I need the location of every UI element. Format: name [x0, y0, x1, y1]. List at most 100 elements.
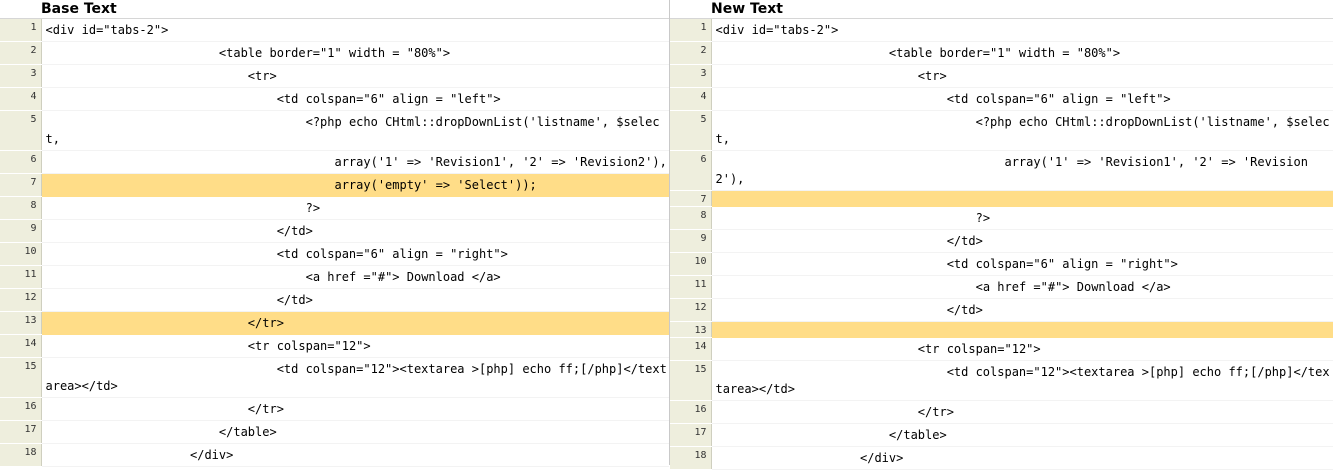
code-line: <td colspan="12"><textarea >[php] echo f…	[41, 357, 669, 398]
line-number: 17	[0, 420, 42, 444]
base-line-row: 2 <table border="1" width = "80%">	[0, 41, 669, 65]
line-number: 18	[0, 443, 42, 467]
line-number: 2	[670, 41, 712, 65]
code-line: <a href ="#"> Download </a>	[711, 275, 1333, 299]
code-line: <td colspan="6" align = "left">	[711, 87, 1333, 111]
diff-viewer: Base Text 1 <div id="tabs-2"> 2 <table bor…	[0, 0, 1333, 470]
code-line: </table>	[41, 420, 669, 444]
base-text-pane: Base Text 1 <div id="tabs-2"> 2 <table bor…	[0, 0, 670, 467]
line-number: 3	[670, 64, 712, 88]
line-number: 10	[670, 252, 712, 276]
new-line-row: 18 </div>	[670, 446, 1333, 470]
code-line: ?>	[41, 196, 669, 220]
code-line: <tr>	[711, 64, 1333, 88]
line-number: 16	[670, 400, 712, 424]
base-line-row: 12 </td>	[0, 288, 669, 312]
base-line-row: 13 </tr>	[0, 311, 669, 335]
code-line: <table border="1" width = "80%">	[711, 41, 1333, 65]
code-line	[711, 321, 1333, 338]
line-number: 4	[670, 87, 712, 111]
code-line: <div id="tabs-2">	[711, 19, 1333, 42]
new-line-row: 17 </table>	[670, 423, 1333, 447]
line-number: 13	[0, 311, 42, 335]
code-line: ?>	[711, 206, 1333, 230]
line-number: 9	[0, 219, 42, 243]
line-number: 2	[0, 41, 42, 65]
code-line: </tr>	[41, 311, 669, 335]
line-number: 11	[670, 275, 712, 299]
code-line: <td colspan="6" align = "left">	[41, 87, 669, 111]
line-number: 7	[0, 173, 42, 197]
line-number: 4	[0, 87, 42, 111]
line-number: 15	[670, 360, 712, 401]
new-line-row: 11 <a href ="#"> Download </a>	[670, 275, 1333, 299]
code-line: <?php echo CHtml::dropDownList('listname…	[711, 110, 1333, 151]
code-line: <tr colspan="12">	[711, 337, 1333, 361]
new-line-row: 9 </td>	[670, 229, 1333, 253]
line-number: 8	[670, 206, 712, 230]
code-line: </td>	[41, 288, 669, 312]
new-line-row: 15 <td colspan="12"><textarea >[php] ech…	[670, 360, 1333, 401]
new-line-row: 7	[670, 190, 1333, 207]
code-line: <?php echo CHtml::dropDownList('listname…	[41, 110, 669, 151]
line-number: 14	[0, 334, 42, 358]
new-line-row: 1 <div id="tabs-2">	[670, 19, 1333, 42]
new-line-row: 13	[670, 321, 1333, 338]
new-line-row: 5 <?php echo CHtml::dropDownList('listna…	[670, 110, 1333, 151]
line-number: 8	[0, 196, 42, 220]
code-line: <div id="tabs-2">	[41, 19, 669, 42]
line-number: 3	[0, 64, 42, 88]
base-line-row: 14 <tr colspan="12">	[0, 334, 669, 358]
new-line-row: 8 ?>	[670, 206, 1333, 230]
line-number: 6	[670, 150, 712, 191]
new-line-row: 4 <td colspan="6" align = "left">	[670, 87, 1333, 111]
code-line: <td colspan="12"><textarea >[php] echo f…	[711, 360, 1333, 401]
base-line-row: 9 </td>	[0, 219, 669, 243]
code-line: </div>	[711, 446, 1333, 470]
base-text-table: 1 <div id="tabs-2"> 2 <table border="1" wi…	[0, 19, 669, 467]
code-line: <td colspan="6" align = "right">	[41, 242, 669, 266]
base-line-row: 5 <?php echo CHtml::dropDownList('listna…	[0, 110, 669, 151]
base-line-row: 1 <div id="tabs-2">	[0, 19, 669, 42]
new-line-row: 2 <table border="1" width = "80%">	[670, 41, 1333, 65]
line-number: 12	[670, 298, 712, 322]
base-line-row: 18 </div>	[0, 443, 669, 467]
base-line-row: 10 <td colspan="6" align = "right">	[0, 242, 669, 266]
code-line: </td>	[711, 298, 1333, 322]
line-number: 11	[0, 265, 42, 289]
base-line-row: 15 <td colspan="12"><textarea >[php] ech…	[0, 357, 669, 398]
code-line: array('1' => 'Revision1', '2' => 'Revisi…	[41, 150, 669, 174]
new-text-header: New Text	[670, 0, 1333, 19]
code-line	[711, 190, 1333, 207]
base-line-row: 3 <tr>	[0, 64, 669, 88]
code-line: <td colspan="6" align = "right">	[711, 252, 1333, 276]
line-number: 10	[0, 242, 42, 266]
code-line: </div>	[41, 443, 669, 467]
new-line-row: 14 <tr colspan="12">	[670, 337, 1333, 361]
new-line-row: 10 <td colspan="6" align = "right">	[670, 252, 1333, 276]
line-number: 7	[670, 190, 712, 207]
new-line-row: 6 array('1' => 'Revision1', '2' => 'Revi…	[670, 150, 1333, 191]
code-line: </td>	[41, 219, 669, 243]
base-line-row: 6 array('1' => 'Revision1', '2' => 'Revi…	[0, 150, 669, 174]
line-number: 13	[670, 321, 712, 338]
line-number: 9	[670, 229, 712, 253]
new-text-pane: New Text 1 <div id="tabs-2"> 2 <table bord…	[670, 0, 1333, 470]
code-line: </table>	[711, 423, 1333, 447]
line-number: 1	[0, 19, 42, 42]
code-line: <a href ="#"> Download </a>	[41, 265, 669, 289]
line-number: 15	[0, 357, 42, 398]
base-line-row: 17 </table>	[0, 420, 669, 444]
code-line: </td>	[711, 229, 1333, 253]
code-line: array('empty' => 'Select'));	[41, 173, 669, 197]
base-line-row: 16 </tr>	[0, 397, 669, 421]
line-number: 16	[0, 397, 42, 421]
base-line-row: 11 <a href ="#"> Download </a>	[0, 265, 669, 289]
line-number: 12	[0, 288, 42, 312]
code-line: <tr>	[41, 64, 669, 88]
line-number: 6	[0, 150, 42, 174]
code-line: array('1' => 'Revision1', '2' => 'Revisi…	[711, 150, 1333, 191]
new-text-table: 1 <div id="tabs-2"> 2 <table border="1" wi…	[670, 19, 1333, 470]
base-text-header: Base Text	[0, 0, 669, 19]
line-number: 14	[670, 337, 712, 361]
